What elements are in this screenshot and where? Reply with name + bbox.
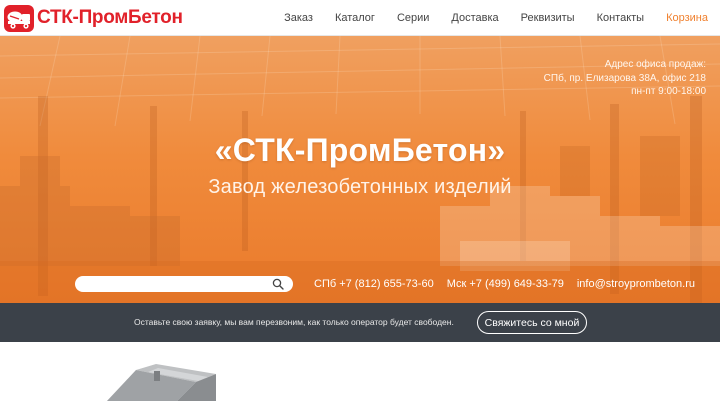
phone-msk[interactable]: Мск +7 (499) 649-33-79 [447, 278, 564, 290]
nav-item-cart[interactable]: Корзина [666, 12, 708, 24]
hero-banner: Адрес офиса продаж: СПб, пр. Елизарова 3… [0, 36, 720, 303]
hero-title: «СТК-ПромБетон» [214, 132, 506, 168]
logo[interactable]: СТК-ПромБетон [4, 4, 183, 32]
nav-item-delivery[interactable]: Доставка [451, 12, 498, 24]
site-header: СТК-ПромБетон Заказ Каталог Серии Достав… [0, 0, 720, 36]
search-input[interactable] [85, 276, 265, 292]
logo-text: СТК-ПромБетон [37, 7, 183, 28]
callback-text: Оставьте свою заявку, мы вам перезвоним,… [134, 317, 454, 327]
email-link[interactable]: info@stroyprombeton.ru [577, 278, 695, 290]
office-address: Адрес офиса продаж: СПб, пр. Елизарова 3… [544, 58, 706, 99]
product-image[interactable] [96, 362, 246, 401]
callback-bar: Оставьте свою заявку, мы вам перезвоним,… [0, 303, 720, 342]
callback-button[interactable]: Свяжитесь со мной [477, 311, 587, 334]
office-address-street: СПб, пр. Елизарова 38А, офис 218 [543, 72, 706, 84]
office-hours: пн-пт 9:00-18:00 [631, 86, 706, 97]
nav-item-requisites[interactable]: Реквизиты [521, 12, 575, 24]
search-icon[interactable] [272, 278, 284, 290]
phone-spb[interactable]: СПб +7 (812) 655-73-60 [314, 278, 434, 290]
main-nav: Заказ Каталог Серии Доставка Реквизиты К… [284, 0, 720, 36]
office-address-label: Адрес офиса продаж: [604, 59, 706, 70]
truck-icon [4, 4, 34, 32]
hero-subtitle: Завод железобетонных изделий [208, 176, 512, 198]
nav-item-contacts[interactable]: Контакты [597, 12, 645, 24]
nav-item-order[interactable]: Заказ [284, 12, 313, 24]
contact-line: СПб +7 (812) 655-73-60 Мск +7 (499) 649-… [314, 278, 708, 290]
nav-item-series[interactable]: Серии [397, 12, 429, 24]
search-box [75, 276, 293, 292]
nav-item-catalog[interactable]: Каталог [335, 12, 375, 24]
